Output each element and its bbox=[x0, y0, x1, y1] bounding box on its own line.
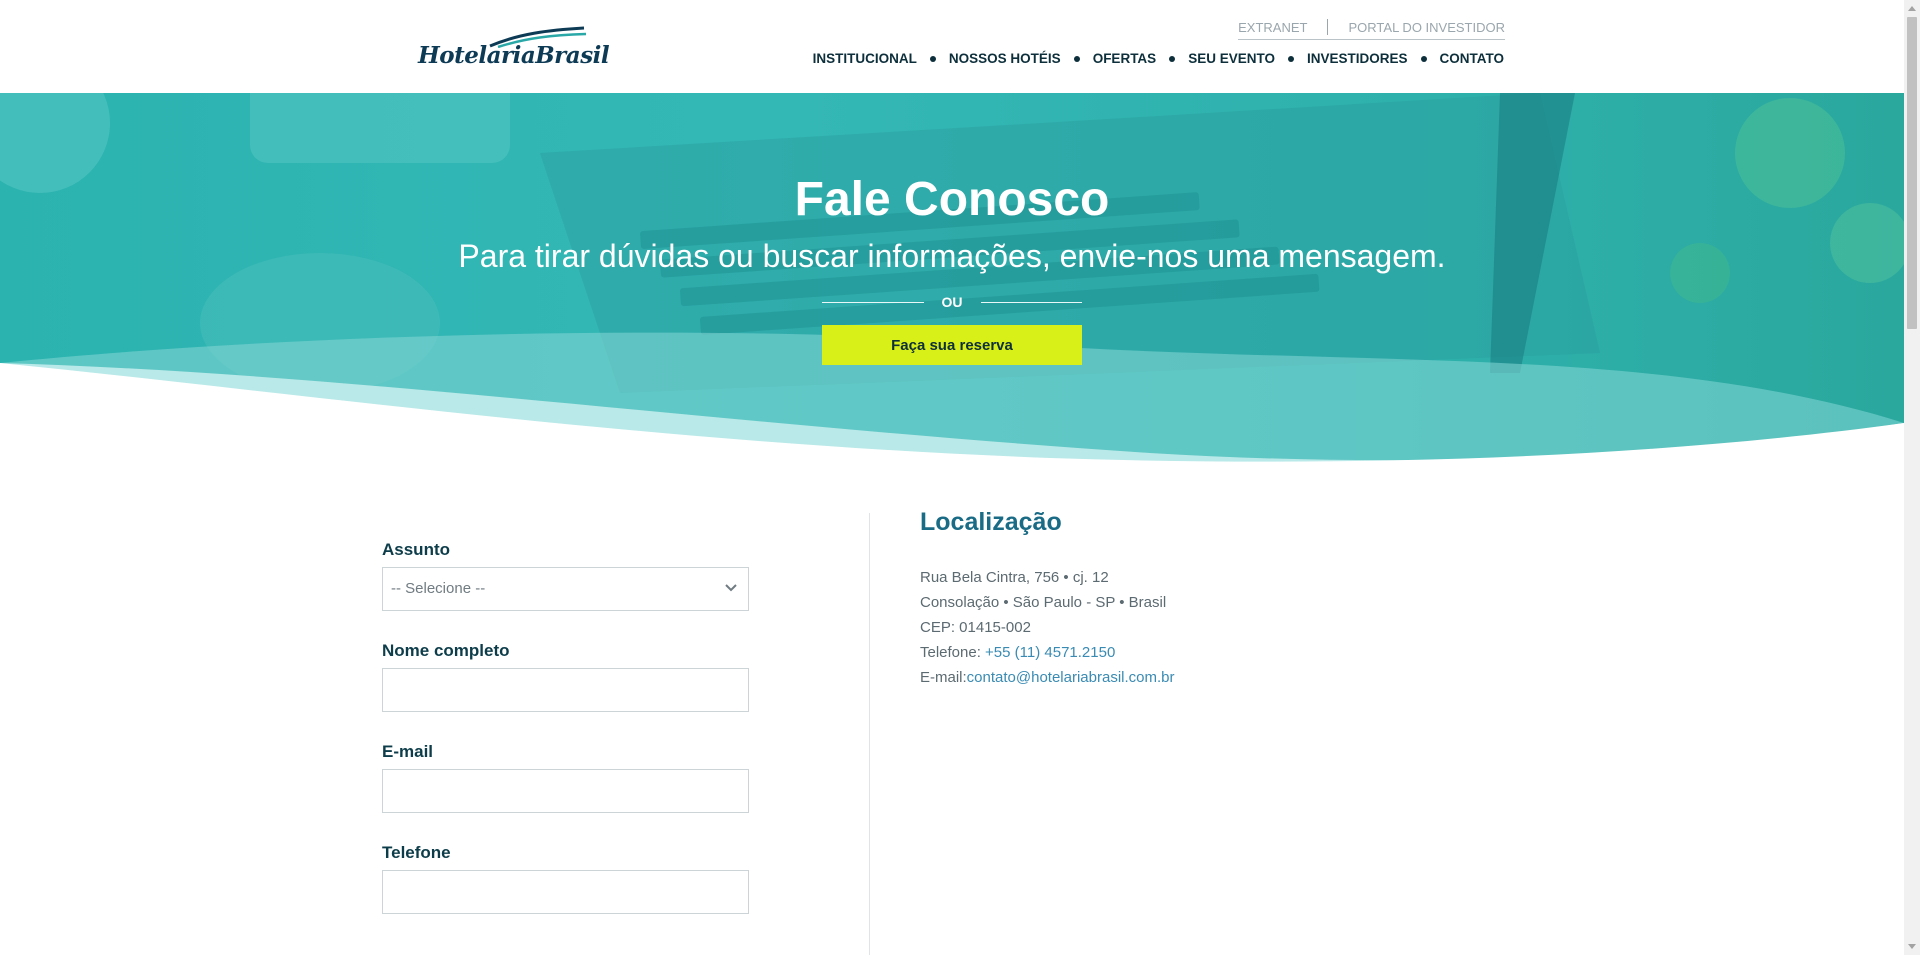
make-reservation-button[interactable]: Faça sua reserva bbox=[822, 325, 1082, 365]
divider-line bbox=[980, 301, 1082, 303]
hero-wave-shape bbox=[0, 332, 1904, 465]
chevron-down-icon bbox=[725, 584, 737, 592]
investor-portal-link[interactable]: PORTAL DO INVESTIDOR bbox=[1348, 20, 1505, 35]
email-link[interactable]: contato@hotelariabrasil.com.br bbox=[967, 669, 1175, 686]
email-line-label: E-mail: bbox=[920, 669, 967, 686]
site-header: HotelariaBrasil EXTRANET PORTAL DO INVES… bbox=[0, 0, 1904, 93]
logo[interactable]: HotelariaBrasil bbox=[418, 26, 610, 74]
scroll-down-button[interactable] bbox=[1904, 939, 1920, 955]
hero-banner: Fale Conosco Para tirar dúvidas ou busca… bbox=[0, 93, 1904, 465]
or-divider: OU bbox=[822, 292, 1082, 312]
nav-item-institucional[interactable]: INSTITUCIONAL bbox=[813, 51, 917, 66]
logo-text: HotelariaBrasil bbox=[418, 42, 610, 69]
page-subtitle: Para tirar dúvidas ou buscar informações… bbox=[458, 238, 1446, 274]
subject-label: Assunto bbox=[382, 540, 450, 559]
phone-field-group: Telefone bbox=[382, 843, 749, 914]
extranet-link[interactable]: EXTRANET bbox=[1238, 20, 1307, 35]
scrollbar-thumb[interactable] bbox=[1907, 17, 1917, 329]
top-links: EXTRANET PORTAL DO INVESTIDOR bbox=[1238, 19, 1505, 40]
location-section: Localização Rua Bela Cintra, 756 • cj. 1… bbox=[920, 508, 1175, 690]
name-field-group: Nome completo bbox=[382, 641, 749, 712]
phone-line-label: Telefone: bbox=[920, 644, 986, 661]
scroll-up-button[interactable] bbox=[1904, 0, 1920, 16]
nav-separator bbox=[1420, 55, 1427, 62]
email-label: E-mail bbox=[382, 742, 434, 761]
divider-line bbox=[822, 301, 924, 303]
nav-separator bbox=[1287, 55, 1294, 62]
top-links-separator bbox=[1327, 19, 1329, 35]
email-line: E-mail:contato@hotelariabrasil.com.br bbox=[920, 665, 1175, 690]
nav-separator bbox=[1073, 55, 1080, 62]
phone-label: Telefone bbox=[382, 843, 451, 862]
main-nav: INSTITUCIONAL NOSSOS HOTÉIS OFERTAS SEU … bbox=[813, 51, 1504, 66]
subject-field-group: Assunto -- Selecione -- bbox=[382, 540, 749, 611]
nav-item-ofertas[interactable]: OFERTAS bbox=[1093, 51, 1157, 66]
or-label: OU bbox=[941, 294, 963, 310]
nav-separator bbox=[1169, 55, 1176, 62]
arrow-down-icon bbox=[1908, 944, 1916, 949]
phone-line: Telefone: +55 (11) 4571.2150 bbox=[920, 640, 1175, 665]
column-divider bbox=[869, 513, 870, 955]
nav-item-nossos-hoteis[interactable]: NOSSOS HOTÉIS bbox=[949, 51, 1061, 66]
subject-select[interactable]: -- Selecione -- bbox=[382, 567, 749, 611]
email-input[interactable] bbox=[382, 769, 749, 813]
email-field-group: E-mail bbox=[382, 742, 749, 813]
contact-form: Assunto -- Selecione -- Nome completo E-… bbox=[382, 540, 749, 944]
phone-link[interactable]: +55 (11) 4571.2150 bbox=[985, 644, 1115, 661]
nav-item-seu-evento[interactable]: SEU EVENTO bbox=[1188, 51, 1275, 66]
page-scrollbar[interactable] bbox=[1904, 0, 1920, 955]
cep: CEP: 01415-002 bbox=[920, 619, 1031, 636]
nav-separator bbox=[929, 55, 936, 62]
address-line-2: Consolação • São Paulo - SP • Brasil bbox=[920, 594, 1167, 611]
nav-item-investidores[interactable]: INVESTIDORES bbox=[1307, 51, 1408, 66]
page-title: Fale Conosco bbox=[794, 173, 1110, 226]
location-title: Localização bbox=[920, 508, 1062, 536]
name-input[interactable] bbox=[382, 668, 749, 712]
arrow-up-icon bbox=[1908, 6, 1916, 11]
subject-select-value: -- Selecione -- bbox=[391, 580, 486, 597]
phone-input[interactable] bbox=[382, 870, 749, 914]
address-line-1: Rua Bela Cintra, 756 • cj. 12 bbox=[920, 569, 1109, 586]
nav-item-contato[interactable]: CONTATO bbox=[1440, 51, 1505, 66]
name-label: Nome completo bbox=[382, 641, 510, 660]
